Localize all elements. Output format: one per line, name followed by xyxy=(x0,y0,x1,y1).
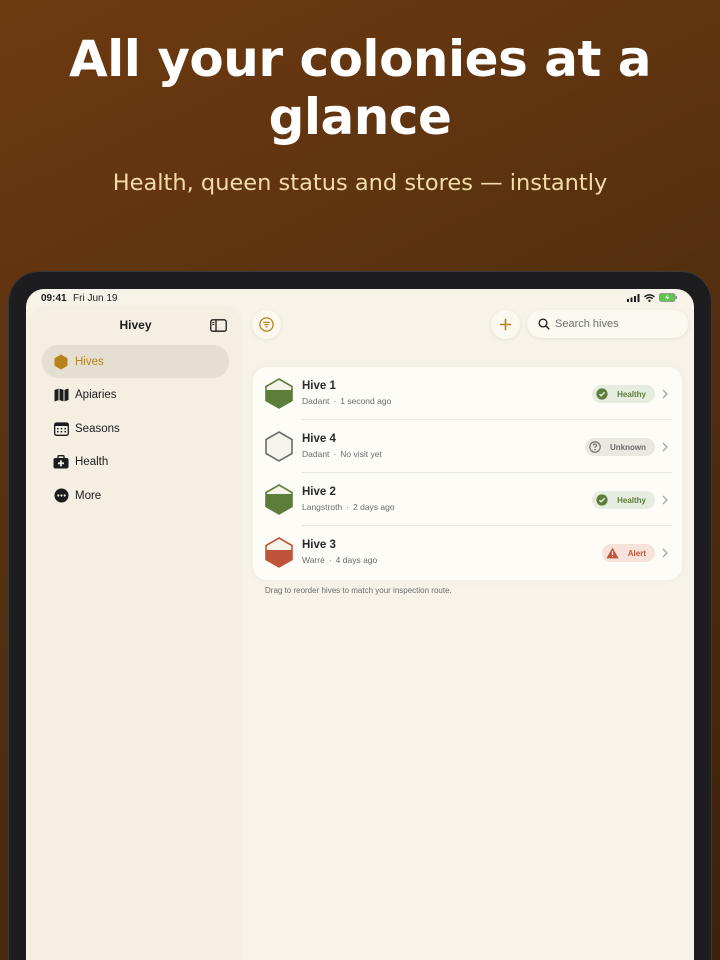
check-seal-icon xyxy=(596,494,608,506)
sidebar-item-label: Seasons xyxy=(75,422,120,435)
meta-separator: · xyxy=(333,396,337,406)
promo-subhead: Health, queen status and stores — instan… xyxy=(112,170,608,196)
status-badge: Healthy xyxy=(592,385,655,403)
reorder-hint: Drag to reorder hives to match your insp… xyxy=(265,586,452,595)
search-input[interactable] xyxy=(555,318,675,330)
sidebar-nav: Hives Apiaries Seasons Health More xyxy=(42,345,229,513)
sidebar-item-more[interactable]: More xyxy=(42,479,229,512)
hive-last-visit: No visit yet xyxy=(340,449,382,459)
question-circle-icon xyxy=(589,441,601,453)
status-date: Fri Jun 19 xyxy=(73,293,118,304)
hive-meta: Dadant · 1 second ago xyxy=(302,396,391,406)
check-seal-icon xyxy=(596,388,608,400)
hive-row-1[interactable]: Hive 1 Dadant · 1 second ago Healthy xyxy=(253,367,682,420)
status-badge-label: Unknown xyxy=(610,442,646,452)
hive-name: Hive 4 xyxy=(302,433,336,445)
warning-triangle-icon xyxy=(606,547,619,559)
hive-hexagon-healthy-icon xyxy=(265,378,293,413)
filter-icon xyxy=(259,317,274,332)
battery-charging-icon xyxy=(659,293,678,302)
sidebar: Hivey Hives Apiaries Seasons Health More xyxy=(32,309,239,960)
hive-type: Warré xyxy=(302,555,325,565)
wifi-icon xyxy=(644,293,655,302)
sidebar-item-health[interactable]: Health xyxy=(42,446,229,479)
map-icon xyxy=(53,387,69,403)
app-screen: 09:41 Fri Jun 19 Hivey Hives Apiaries Se… xyxy=(26,289,694,960)
hive-name: Hive 2 xyxy=(302,486,336,498)
hive-hexagon-alert-icon xyxy=(265,537,293,572)
cellular-signal-icon xyxy=(627,293,640,302)
sidebar-item-label: More xyxy=(75,489,102,502)
sidebar-item-label: Apiaries xyxy=(75,389,117,402)
status-badge-label: Healthy xyxy=(617,389,646,399)
hive-row-3[interactable]: Hive 2 Langstroth · 2 days ago Healthy xyxy=(253,473,682,526)
sidebar-item-apiaries[interactable]: Apiaries xyxy=(42,379,229,412)
status-badge-label: Healthy xyxy=(617,495,646,505)
meta-separator: · xyxy=(346,502,350,512)
hive-meta: Warré · 4 days ago xyxy=(302,555,377,565)
ellipsis-circle-icon xyxy=(53,488,69,504)
chevron-right-icon xyxy=(662,442,668,452)
hive-row-4[interactable]: Hive 3 Warré · 4 days ago Alert xyxy=(253,526,682,579)
sidebar-toggle-icon[interactable] xyxy=(210,317,227,336)
status-badge: Healthy xyxy=(592,491,655,509)
hexagon-icon xyxy=(53,354,69,370)
sidebar-item-label: Hives xyxy=(75,355,104,368)
meta-separator: · xyxy=(328,555,332,565)
hive-last-visit: 1 second ago xyxy=(340,396,392,406)
promo-headline: All your colonies at a glance xyxy=(68,30,652,146)
hive-type: Langstroth xyxy=(302,502,343,512)
hive-hexagon-unknown-icon xyxy=(265,431,293,466)
meta-separator: · xyxy=(333,449,337,459)
filter-button[interactable] xyxy=(252,310,281,339)
chevron-right-icon xyxy=(662,548,668,558)
chevron-right-icon xyxy=(662,389,668,399)
hive-type: Dadant xyxy=(302,396,330,406)
hive-name: Hive 3 xyxy=(302,539,336,551)
sidebar-item-label: Health xyxy=(75,456,109,469)
search-icon xyxy=(538,318,550,330)
hive-row-2[interactable]: Hive 4 Dadant · No visit yet Unknown xyxy=(253,420,682,473)
plus-icon xyxy=(499,318,512,331)
add-hive-button[interactable] xyxy=(491,310,520,339)
sidebar-title: Hivey xyxy=(119,318,152,332)
search-bar xyxy=(527,310,688,338)
hive-name: Hive 1 xyxy=(302,380,336,392)
status-badge: Unknown xyxy=(585,438,655,456)
hive-type: Dadant xyxy=(302,449,330,459)
hive-hexagon-healthy-icon xyxy=(265,484,293,519)
status-bar: 09:41 Fri Jun 19 xyxy=(26,289,694,309)
status-badge: Alert xyxy=(601,544,655,562)
hive-last-visit: 2 days ago xyxy=(353,502,395,512)
hive-list: Hive 1 Dadant · 1 second ago Healthy Hiv… xyxy=(253,367,682,580)
hive-last-visit: 4 days ago xyxy=(335,555,378,565)
status-badge-label: Alert xyxy=(627,548,646,558)
status-time: 09:41 xyxy=(41,293,67,304)
chevron-right-icon xyxy=(662,495,668,505)
sidebar-item-seasons[interactable]: Seasons xyxy=(42,412,229,445)
calendar-icon xyxy=(53,421,69,437)
sidebar-item-hives[interactable]: Hives xyxy=(42,345,229,378)
hive-meta: Dadant · No visit yet xyxy=(302,449,382,459)
status-icons xyxy=(627,293,678,302)
first-aid-kit-icon xyxy=(53,454,69,470)
hive-meta: Langstroth · 2 days ago xyxy=(302,502,395,512)
